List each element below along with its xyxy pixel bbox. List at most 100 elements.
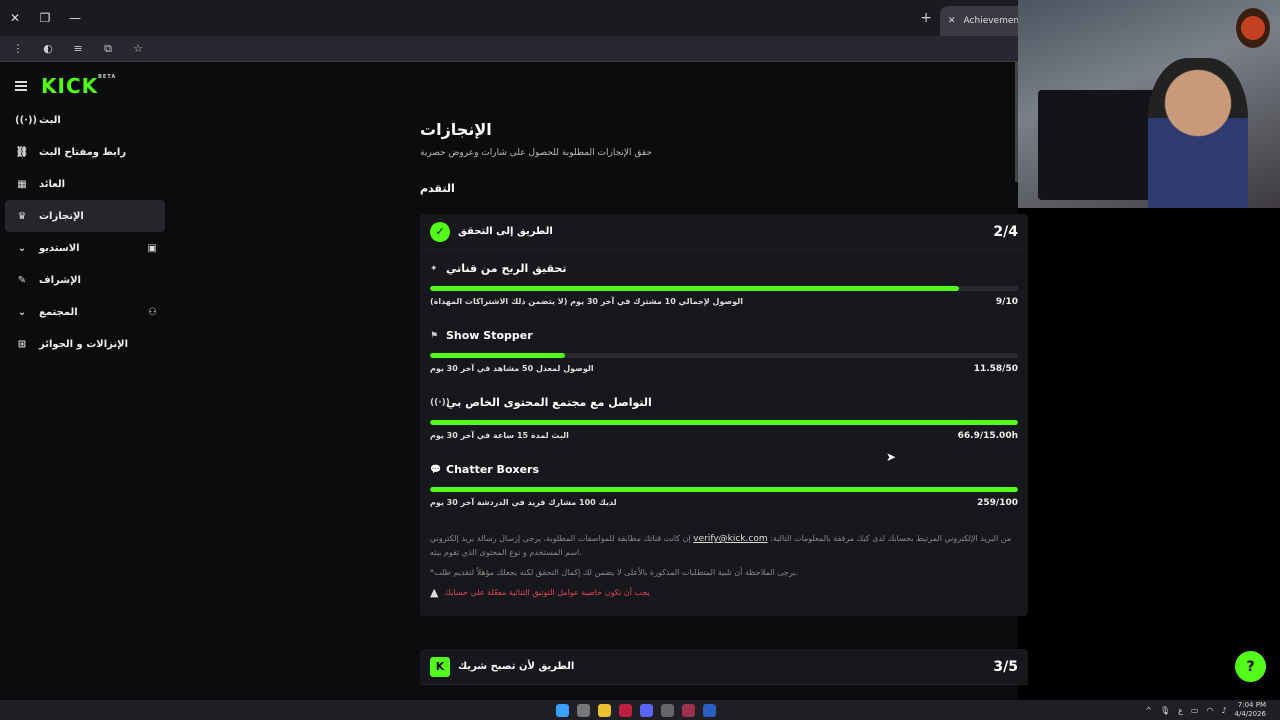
achievement-list: ✦ تحقيق الربح من قناتي الوصول لإجمالي 10 م… — [420, 250, 1028, 518]
kick-k-icon: K — [430, 656, 450, 677]
link-icon: ⛓ — [15, 146, 29, 158]
card-title: الطريق لأن تصبح شريك — [458, 661, 575, 672]
search-icon[interactable] — [577, 703, 590, 717]
achievement-description: الوصول لمعدل 50 مشاهد في آخر 30 يوم — [430, 364, 594, 373]
achievement-description: الوصول لإجمالي 10 مشترك في آخر 30 يوم (ل… — [430, 297, 743, 306]
wrench-icon: ✎ — [17, 274, 27, 286]
sidebar-item-label: العائد — [39, 178, 66, 190]
achievement-title-text: Chatter Boxers — [446, 463, 540, 476]
achievement-title-text: التواصل مع مجتمع المحتوى الخاص بي — [446, 396, 652, 409]
menu-dots-icon[interactable]: ⋮ — [8, 42, 28, 55]
achievement-item: ((·)) التواصل مع مجتمع المحتوى الخاص بي ال… — [430, 384, 1018, 451]
close-icon[interactable]: ✕ — [0, 0, 30, 36]
progress-bar — [430, 420, 1018, 425]
kick-dashboard: KICKBETA ((·)) البث ⛓ رابط ومفتاح البث ▦ ال… — [0, 62, 1028, 700]
chrome-icon[interactable] — [598, 703, 611, 717]
page-title: الإنجازات — [420, 120, 492, 139]
sidebar: ((·)) البث ⛓ رابط ومفتاح البث ▦ العائد ♛ الإ… — [5, 104, 165, 360]
achievement-title-text: تحقيق الربح من قناتي — [446, 262, 567, 275]
progress-fill — [430, 353, 566, 358]
sidebar-item-stream-key[interactable]: ⛓ رابط ومفتاح البث — [5, 136, 165, 168]
progress-fill — [430, 487, 1018, 492]
volume-icon[interactable]: ♪ — [1221, 706, 1226, 715]
achievement-title: ((·)) التواصل مع مجتمع المحتوى الخاص بي — [430, 396, 652, 409]
capcut-icon[interactable] — [682, 703, 695, 717]
achievement-progress-value: 259/100 — [977, 498, 1018, 508]
bookmark-star-icon[interactable]: ☆ — [128, 42, 148, 55]
streamer-image — [1148, 58, 1248, 208]
wifi-icon[interactable]: ◠ — [1206, 706, 1213, 715]
sidebar-item-label: الإنزالات و الجوائز — [39, 338, 129, 350]
chevron-down-icon: ⌄ — [17, 242, 27, 254]
page-subtitle: حقق الإنجازات المطلوبة للحصول على شارات … — [420, 148, 652, 158]
start-icon[interactable] — [556, 703, 569, 717]
clock[interactable]: 7:04 PM 4/4/2026 — [1235, 701, 1266, 719]
progress-fill — [430, 420, 1018, 425]
broadcast-icon: ((·)) — [15, 114, 38, 126]
support-chat-button[interactable]: ? — [1235, 651, 1266, 682]
gift-icon: ⊞ — [17, 338, 27, 350]
achievement-description: البث لمدة 15 ساعة في آخر 30 يوم — [430, 431, 569, 440]
sidebar-item-label: رابط ومفتاح البث — [39, 146, 127, 158]
card-title: الطريق إلى التحقق — [458, 226, 553, 237]
browser-toolbar: ⋮ ◐ ≡ ⧉ ☆ — [0, 36, 1018, 62]
warning-icon: ▲ — [430, 586, 439, 599]
webcam-overlay — [1018, 0, 1280, 208]
clock-time: 7:04 PM — [1237, 701, 1266, 709]
network-icon[interactable]: ▭ — [1191, 706, 1199, 715]
sidebar-item-label: الاستديو — [39, 242, 80, 254]
mic-icon[interactable]: 🎙 — [1160, 706, 1170, 715]
card-count: 3/5 — [993, 658, 1018, 675]
mouse-cursor-icon: ➤ — [886, 450, 897, 464]
progress-bar — [430, 487, 1018, 492]
achievement-icon: 💬 — [430, 464, 442, 475]
sidebar-item-label: البث — [39, 114, 61, 126]
sidebar-item-studio[interactable]: ⌄ الاستديو ▣ — [5, 232, 165, 264]
achievement-progress-value: 9/10 — [995, 297, 1018, 307]
tab-close-icon[interactable]: ✕ — [948, 16, 956, 26]
obs-icon[interactable] — [661, 703, 674, 717]
discord-icon[interactable] — [640, 703, 653, 717]
tray-chevron-icon[interactable]: ^ — [1145, 706, 1152, 715]
browser-tab[interactable]: ✕ Achievements - — [940, 6, 1018, 36]
new-tab-icon[interactable]: + — [920, 10, 932, 26]
app-icon[interactable] — [703, 703, 716, 717]
achievement-title: 💬 Chatter Boxers — [430, 463, 539, 476]
kick-logo[interactable]: KICKBETA — [41, 74, 116, 98]
sidebar-item-revenue[interactable]: ▦ العائد — [5, 168, 165, 200]
achievement-title-text: Show Stopper — [446, 329, 533, 342]
sidebar-item-moderation[interactable]: ✎ الإشراف — [5, 264, 165, 296]
chevron-down-icon: ⌄ — [17, 306, 27, 318]
minimize-icon[interactable]: — — [60, 0, 90, 36]
card-header: ✓ الطريق إلى التحقق 2/4 — [420, 214, 1028, 250]
verification-card: ✓ الطريق إلى التحقق 2/4 ✦ تحقيق الربح من … — [420, 214, 1028, 616]
windows-taskbar: ^ 🎙 ع ▭ ◠ ♪ 7:04 PM 4/4/2026 — [0, 700, 1280, 720]
sidebar-item-stream[interactable]: ((·)) البث — [5, 104, 165, 136]
chart-icon: ▦ — [17, 178, 27, 190]
hamburger-menu-icon[interactable] — [15, 81, 27, 91]
achievement-description: لديك 100 مشارك فريد في الدردشة آخر 30 يو… — [430, 498, 617, 507]
language-indicator[interactable]: ع — [1178, 706, 1183, 715]
card-header: K الطريق لأن تصبح شريك 3/5 — [420, 649, 1028, 685]
restore-icon[interactable]: ❐ — [30, 0, 60, 36]
achievement-icon: ((·)) — [430, 397, 450, 408]
sidebar-item-drops[interactable]: ⊞ الإنزالات و الجوائز — [5, 328, 165, 360]
sidebar-item-label: الإنجازات — [39, 210, 84, 222]
progress-bar — [430, 286, 1018, 291]
verify-email-link[interactable]: verify@kick.com — [693, 534, 767, 544]
achievement-progress-value: 11.58/50 — [973, 364, 1018, 374]
app-icon[interactable] — [619, 703, 632, 717]
progress-bar — [430, 353, 1018, 358]
sidebar-item-community[interactable]: ⌄ المجتمع ⚇ — [5, 296, 165, 328]
achievement-icon: ✦ — [430, 263, 438, 274]
scrollbar[interactable] — [1015, 62, 1018, 182]
achievement-item: ⚑ Show Stopper الوصول لمعدل 50 مشاهد في آخ… — [430, 317, 1018, 384]
extensions-icon[interactable]: ⧉ — [98, 42, 118, 56]
profile-icon[interactable]: ◐ — [38, 42, 58, 55]
progress-fill — [430, 286, 960, 291]
playlist-icon[interactable]: ≡ — [68, 42, 88, 55]
achievement-item: ✦ تحقيق الربح من قناتي الوصول لإجمالي 10 م… — [430, 250, 1018, 317]
sidebar-item-achievements[interactable]: ♛ الإنجازات — [5, 200, 165, 232]
note-text: إن كانت قناتك مطابقة للمواصفات المطلوبة،… — [430, 534, 691, 543]
trophy-icon: ♛ — [17, 210, 27, 222]
